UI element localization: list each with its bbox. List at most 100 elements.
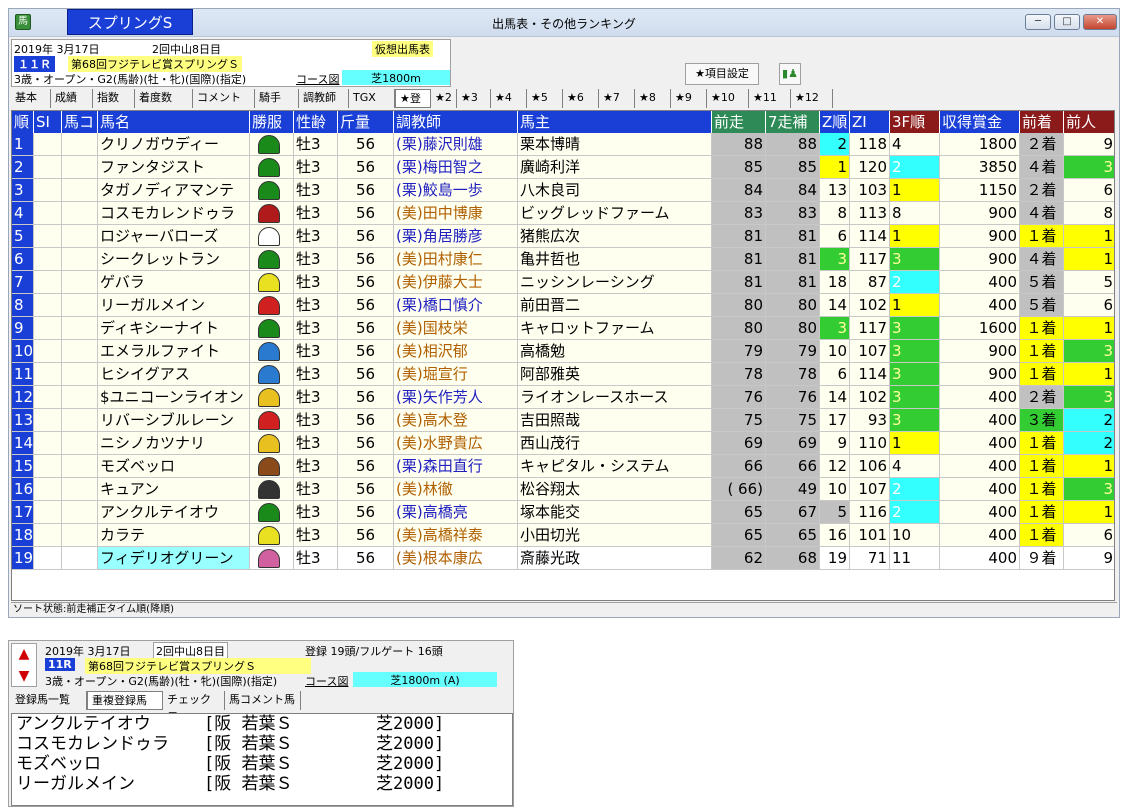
cell-pc: ４着 [1020,248,1064,271]
panel2-tab-1[interactable]: 重複登録馬 [87,691,163,710]
course-map-link[interactable]: コース図 [296,71,339,87]
cell-owner: 阿部雅英 [518,363,712,386]
tab-1[interactable]: 成績 [51,89,93,108]
cell-owner: ビッグレッドファーム [518,202,712,225]
cell-wt: 56 [338,547,394,570]
title-bar: 馬 スプリングS 出馬表・その他ランキング ─ □ ✕ [9,9,1119,37]
column-header-14[interactable]: 収得賞金 [940,111,1020,133]
cell-prize: 400 [940,386,1020,409]
cell-seven: 88 [766,133,820,156]
column-header-11[interactable]: Z順 [820,111,850,133]
panel2-tab-2[interactable]: チェック馬 [163,691,225,724]
list-distance: 芝2000] [376,714,445,734]
tab-6[interactable]: 調教師 [299,89,349,108]
list-item[interactable]: モズベッロ [阪 若葉Ｓ 芝2000] [16,754,512,774]
cell-zi: 102 [850,294,890,317]
tab-11[interactable]: ★4 [491,89,527,108]
cell-seven: 85 [766,156,820,179]
column-header-9[interactable]: 前走 [712,111,766,133]
list-distance: 芝2000] [376,734,445,754]
column-header-12[interactable]: ZI [850,111,890,133]
cell-name: コスモカレンドゥラ [98,202,250,225]
tab-13[interactable]: ★6 [563,89,599,108]
cell-prize: 900 [940,202,1020,225]
jockey-silk-icon [258,411,280,430]
tab-3[interactable]: 着度数 [135,89,193,108]
cell-trainer: (美)国枝栄 [394,317,518,340]
tab-10[interactable]: ★3 [457,89,491,108]
tab-15[interactable]: ★8 [635,89,671,108]
tab-8[interactable]: ★登録 [395,89,431,123]
column-header-13[interactable]: 3F順 [890,111,940,133]
cell-empty [34,340,62,363]
cell-pc: ９着 [1020,547,1064,570]
cell-prev: 84 [712,179,766,202]
arrow-down-icon[interactable]: ▼ [12,666,36,687]
list-item[interactable]: コスモカレンドゥラ [阪 若葉Ｓ 芝2000] [16,734,512,754]
tab-7[interactable]: TGX [349,89,395,108]
cell-owner: ニッシンレーシング [518,271,712,294]
tab-14[interactable]: ★7 [599,89,635,108]
column-header-0[interactable]: 順 [12,111,34,133]
panel2-tab-0[interactable]: 登録馬一覧 [11,691,87,710]
person-icon[interactable]: ▮♟ [779,63,801,85]
column-header-4[interactable]: 勝服 [250,111,294,133]
item-settings-button[interactable]: ★項目設定 [685,63,759,85]
cell-wt: 56 [338,432,394,455]
cell-wt: 56 [338,248,394,271]
tab-2[interactable]: 指数 [93,89,135,108]
list-item[interactable]: リーガルメイン [阪 若葉Ｓ 芝2000] [16,774,512,794]
cell-empty [62,501,98,524]
tab-9[interactable]: ★2 [431,89,457,108]
tab-5[interactable]: 騎手 [255,89,299,108]
maximize-button[interactable]: □ [1054,14,1080,30]
list-horse-name: アンクルテイオウ [16,714,151,734]
cell-prize: 400 [940,478,1020,501]
jockey-silk-icon [258,434,280,453]
column-header-10[interactable]: 7走補 [766,111,820,133]
cell-seven: 80 [766,294,820,317]
cell-wt: 56 [338,363,394,386]
cell-pc: １着 [1020,501,1064,524]
close-button[interactable]: ✕ [1083,14,1117,30]
column-header-7[interactable]: 調教師 [394,111,518,133]
panel2-tab-3[interactable]: 馬コメント馬 [225,691,301,710]
column-header-8[interactable]: 馬主 [518,111,712,133]
tab-18[interactable]: ★11 [749,89,791,108]
panel2-course-link[interactable]: コース図 [305,673,348,689]
column-header-5[interactable]: 性齢 [294,111,338,133]
cell-pp: 3 [1064,386,1114,409]
cell-f3: 8 [890,202,940,225]
tab-19[interactable]: ★12 [791,89,833,108]
cell-name: ロジャーバローズ [98,225,250,248]
tab-17[interactable]: ★10 [707,89,749,108]
cell-empty [62,317,98,340]
column-header-2[interactable]: 馬コ [62,111,98,133]
panel2-race-number: 11R [45,658,75,671]
cell-pp: 3 [1064,340,1114,363]
cell-sex: 牡3 [294,409,338,432]
cell-pp: 1 [1064,363,1114,386]
cell-sex: 牡3 [294,432,338,455]
column-header-15[interactable]: 前着 [1020,111,1064,133]
cell-pp: 9 [1064,133,1114,156]
column-header-16[interactable]: 前人 [1064,111,1114,133]
tab-4[interactable]: コメント [193,89,255,108]
column-header-3[interactable]: 馬名 [98,111,250,133]
minimize-button[interactable]: ─ [1025,14,1051,30]
cell-pc: １着 [1020,225,1064,248]
tab-16[interactable]: ★9 [671,89,707,108]
arrow-up-icon[interactable]: ▲ [12,644,36,665]
tab-0[interactable]: 基本 [11,89,51,108]
jockey-silk-icon [258,273,280,292]
cell-name: ゲバラ [98,271,250,294]
column-header-1[interactable]: SI [34,111,62,133]
cell-wt: 56 [338,340,394,363]
cell-pc: １着 [1020,340,1064,363]
tab-12[interactable]: ★5 [527,89,563,108]
cell-empty [62,225,98,248]
cell-prize: 400 [940,547,1020,570]
cell-prize: 3850 [940,156,1020,179]
list-item[interactable]: アンクルテイオウ [阪 若葉Ｓ 芝2000] [16,714,512,734]
column-header-6[interactable]: 斤量 [338,111,394,133]
